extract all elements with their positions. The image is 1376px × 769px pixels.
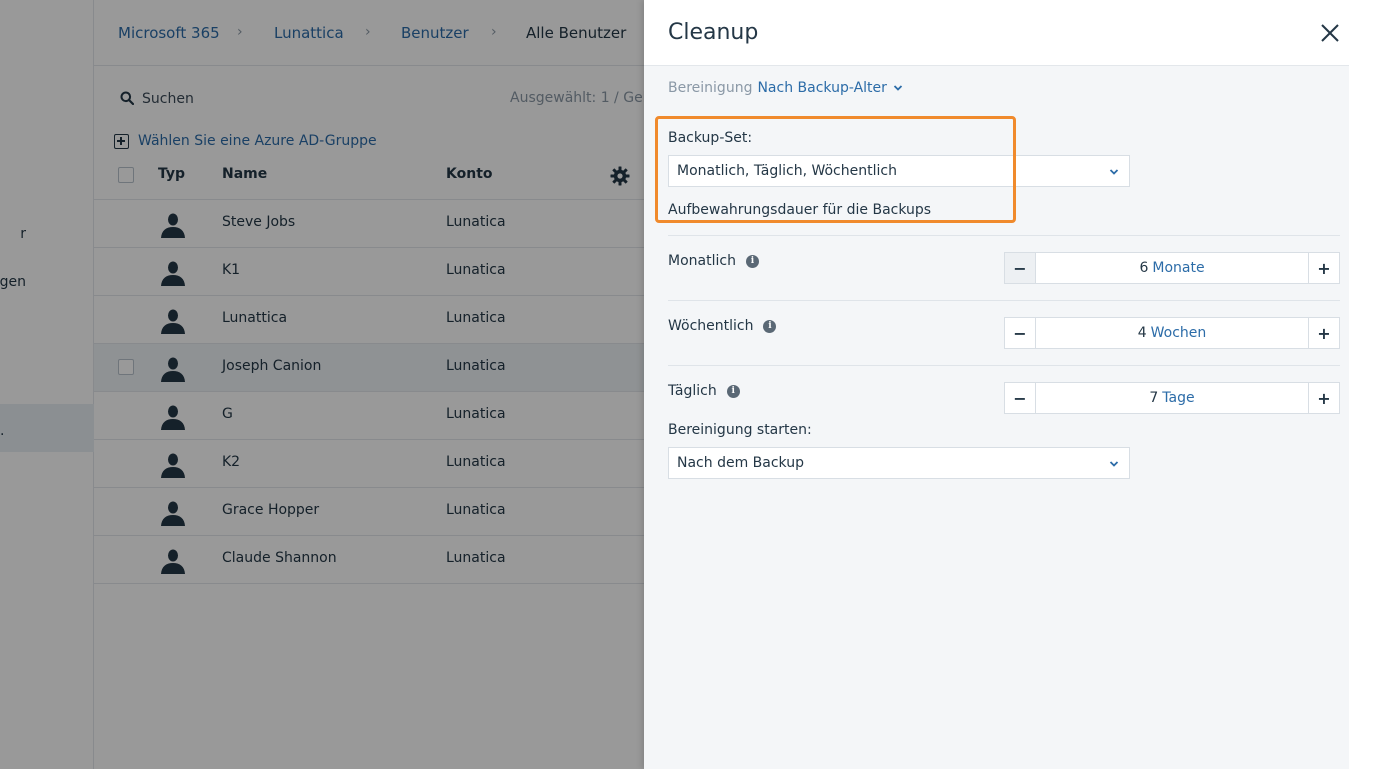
stepper-value[interactable]: 7 Tage (1036, 383, 1308, 413)
start-cleanup-value: Nach dem Backup (677, 455, 804, 471)
decrement-button[interactable]: − (1005, 253, 1036, 283)
divider (668, 365, 1340, 366)
retention-daily-label: Täglich i (668, 383, 740, 399)
cleanup-mode-label: Bereinigung (668, 80, 753, 96)
window-edge (1349, 0, 1376, 769)
retention-weekly-stepper: − 4 Wochen + (1004, 317, 1340, 349)
close-icon[interactable] (1319, 22, 1341, 44)
stepper-unit: Monate (1152, 260, 1205, 276)
retention-monthly-stepper: − 6 Monate + (1004, 252, 1340, 284)
backup-set-value: Monatlich, Täglich, Wöchentlich (677, 163, 897, 179)
increment-button[interactable]: + (1308, 383, 1339, 413)
start-cleanup-label: Bereinigung starten: (668, 422, 812, 438)
retention-monthly-label: Monatlich i (668, 253, 759, 269)
divider (668, 300, 1340, 301)
stepper-number: 7 (1149, 390, 1159, 406)
panel-header: Cleanup (644, 0, 1349, 66)
info-icon[interactable]: i (763, 319, 777, 333)
divider (668, 235, 1340, 236)
retention-daily-stepper: − 7 Tage + (1004, 382, 1340, 414)
stepper-number: 6 (1139, 260, 1149, 276)
backup-set-select[interactable]: Monatlich, Täglich, Wöchentlich (668, 155, 1130, 187)
increment-button[interactable]: + (1308, 253, 1339, 283)
decrement-button[interactable]: − (1005, 383, 1036, 413)
cleanup-panel: Cleanup Bereinigung Nach Backup-Alter Ba… (644, 0, 1349, 769)
start-cleanup-select[interactable]: Nach dem Backup (668, 447, 1130, 479)
chevron-down-icon (893, 85, 903, 91)
retention-label-text: Wöchentlich (668, 318, 754, 334)
retention-weekly-label: Wöchentlich i (668, 318, 777, 334)
cleanup-mode-row: Bereinigung Nach Backup-Alter (668, 80, 903, 96)
info-icon[interactable]: i (745, 254, 759, 268)
info-icon[interactable]: i (726, 384, 740, 398)
stepper-value[interactable]: 6 Monate (1036, 253, 1308, 283)
retention-heading: Aufbewahrungsdauer für die Backups (668, 202, 932, 218)
panel-title: Cleanup (668, 20, 759, 45)
chevron-down-icon (1109, 169, 1119, 175)
decrement-button[interactable]: − (1005, 318, 1036, 348)
stepper-number: 4 (1137, 325, 1147, 341)
retention-label-text: Monatlich (668, 253, 736, 269)
backup-set-label: Backup-Set: (668, 130, 753, 146)
stepper-value[interactable]: 4 Wochen (1036, 318, 1308, 348)
chevron-down-icon (1109, 461, 1119, 467)
cleanup-mode-value: Nach Backup-Alter (757, 80, 887, 96)
modal-backdrop[interactable] (0, 0, 644, 769)
increment-button[interactable]: + (1308, 318, 1339, 348)
cleanup-mode-dropdown[interactable]: Nach Backup-Alter (757, 80, 903, 96)
stepper-unit: Wochen (1150, 325, 1207, 341)
stepper-unit: Tage (1162, 390, 1195, 406)
retention-label-text: Täglich (668, 383, 717, 399)
